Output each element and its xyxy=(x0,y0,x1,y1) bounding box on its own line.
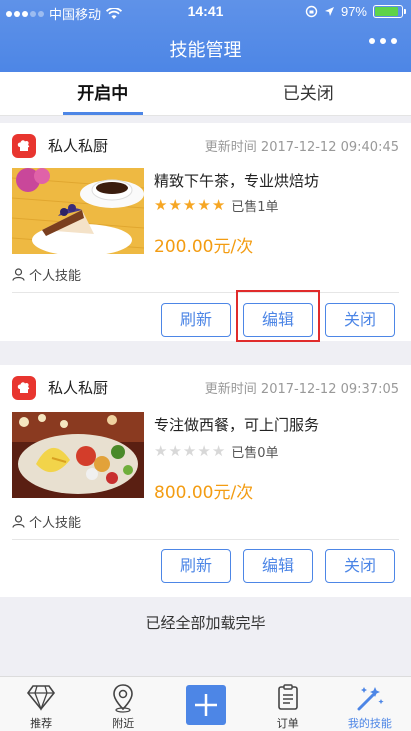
rotation-lock-icon xyxy=(305,5,318,18)
nav-label: 订单 xyxy=(276,717,299,730)
edit-button[interactable]: 编辑 xyxy=(243,549,313,583)
price: 800.00元/次 xyxy=(154,483,254,503)
clipboard-icon xyxy=(277,684,298,710)
divider xyxy=(12,539,399,540)
skill-thumbnail[interactable] xyxy=(12,412,144,498)
nav-label: 推荐 xyxy=(30,717,53,730)
skill-card: 私人私厨 更新时间 2017-12-12 09:40:45 精致下午茶，专业烘焙… xyxy=(0,123,411,342)
more-options-button[interactable] xyxy=(369,38,397,44)
update-time: 更新时间 2017-12-12 09:37:05 xyxy=(204,382,399,397)
diamond-icon xyxy=(27,685,56,711)
chef-hat-icon xyxy=(12,376,36,400)
nav-add[interactable] xyxy=(164,677,246,731)
tab-bar: 开启中 已关闭 xyxy=(0,72,411,116)
status-bar: 中国移动 14:41 97% xyxy=(0,0,411,24)
skill-type-label: 个人技能 xyxy=(29,269,82,284)
battery-percent: 97% xyxy=(340,4,367,19)
nav-orders[interactable]: 订单 xyxy=(247,677,329,731)
skill-title[interactable]: 精致下午茶，专业烘焙坊 xyxy=(154,170,319,191)
skill-title[interactable]: 专注做西餐，可上门服务 xyxy=(154,414,319,435)
update-time: 更新时间 2017-12-12 09:40:45 xyxy=(204,140,399,155)
star-icon: ★ xyxy=(154,196,168,214)
price: 200.00元/次 xyxy=(154,237,254,257)
nav-nearby[interactable]: 附近 xyxy=(82,677,164,731)
star-icon: ★ xyxy=(168,196,182,214)
edit-button-highlight xyxy=(236,290,320,342)
nav-label: 我的技能 xyxy=(347,717,392,730)
app-header: 中国移动 14:41 97% 技能管理 xyxy=(0,0,411,72)
divider xyxy=(12,292,399,293)
rating-stars: ★ ★ ★ ★ ★ xyxy=(154,444,225,459)
star-icon: ★ xyxy=(197,442,211,460)
skill-type-label: 个人技能 xyxy=(29,516,82,531)
star-icon: ★ xyxy=(197,196,211,214)
refresh-button[interactable]: 刷新 xyxy=(161,549,231,583)
close-button[interactable]: 关闭 xyxy=(325,303,395,337)
star-icon: ★ xyxy=(168,442,182,460)
skill-thumbnail[interactable] xyxy=(12,168,144,254)
tab-enabled[interactable]: 开启中 xyxy=(0,72,206,115)
sold-count: 已售1单 xyxy=(231,200,279,215)
nav-my-skills[interactable]: 我的技能 xyxy=(329,677,411,731)
star-icon: ★ xyxy=(182,442,197,460)
person-icon xyxy=(12,515,25,528)
star-icon: ★ xyxy=(154,442,168,460)
brand-name: 私人私厨 xyxy=(48,379,109,397)
chef-hat-icon xyxy=(12,134,36,158)
tab-closed[interactable]: 已关闭 xyxy=(206,72,411,115)
skill-type: 个人技能 xyxy=(12,512,81,531)
person-icon xyxy=(12,268,25,281)
skill-card: 私人私厨 更新时间 2017-12-12 09:37:05 专注做西餐，可上门服… xyxy=(0,365,411,597)
bottom-nav: 推荐 附近 订单 我的技能 xyxy=(0,676,411,731)
star-icon: ★ xyxy=(211,196,226,214)
star-icon: ★ xyxy=(182,196,197,214)
nav-label: 附近 xyxy=(112,717,135,730)
brand-name: 私人私厨 xyxy=(48,137,109,155)
nav-recommend[interactable]: 推荐 xyxy=(0,677,82,731)
page-title: 技能管理 xyxy=(169,40,242,61)
location-arrow-icon xyxy=(324,7,334,16)
close-button[interactable]: 关闭 xyxy=(325,549,395,583)
skill-type: 个人技能 xyxy=(12,265,81,284)
location-pin-icon xyxy=(113,684,134,713)
rating-stars: ★ ★ ★ ★ ★ xyxy=(154,198,225,213)
star-icon: ★ xyxy=(211,442,226,460)
load-complete-text: 已经全部加载完毕 xyxy=(145,614,266,632)
plus-icon[interactable] xyxy=(185,685,226,725)
refresh-button[interactable]: 刷新 xyxy=(161,303,231,337)
battery-icon xyxy=(373,5,406,18)
sold-count: 已售0单 xyxy=(231,446,279,461)
magic-wand-icon xyxy=(357,687,384,711)
